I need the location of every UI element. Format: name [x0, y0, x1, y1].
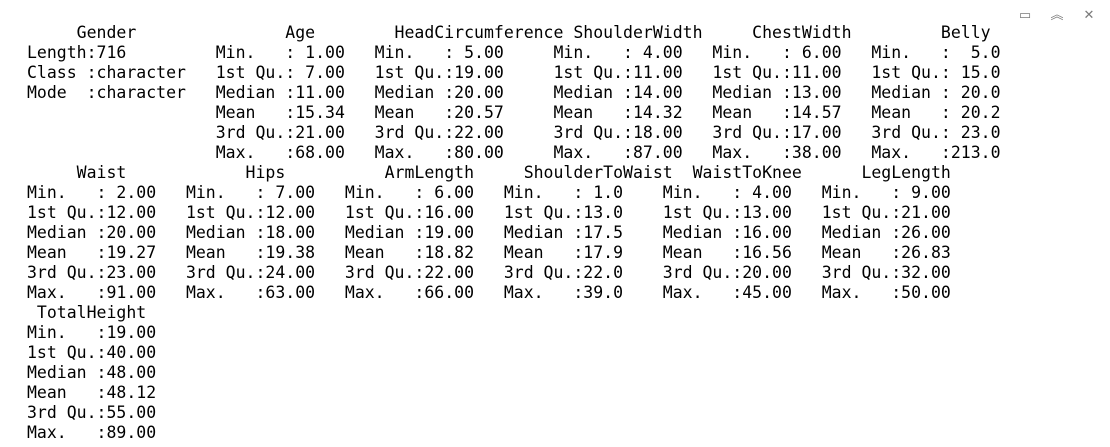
console-line: Length:716 Min. : 1.00 Min. : 5.00 Min. … [27, 43, 1001, 62]
console-line: Mode :character Median :11.00 Median :20… [27, 83, 1001, 102]
collapse-icon[interactable]: ︽ [1048, 6, 1066, 24]
console-line: Max. :89.00 [27, 423, 157, 442]
console-line: Max. :91.00 Max. :63.00 Max. :66.00 Max.… [27, 283, 951, 302]
console-line: Median :48.00 [27, 363, 157, 382]
console-line: 1st Qu.:12.00 1st Qu.:12.00 1st Qu.:16.0… [27, 203, 951, 222]
console-line: Waist Hips ArmLength ShoulderToWaist Wai… [27, 163, 951, 182]
console-line: Min. : 2.00 Min. : 7.00 Min. : 6.00 Min.… [27, 183, 951, 202]
console-line: 3rd Qu.:21.00 3rd Qu.:22.00 3rd Qu.:18.0… [27, 123, 1001, 142]
console-line: Mean :19.27 Mean :19.38 Mean :18.82 Mean… [27, 243, 951, 262]
console-line: 3rd Qu.:23.00 3rd Qu.:24.00 3rd Qu.:22.0… [27, 263, 951, 282]
console-line: Min. :19.00 [27, 323, 157, 342]
console-line: Class :character 1st Qu.: 7.00 1st Qu.:1… [27, 63, 1001, 82]
console-line: Mean :15.34 Mean :20.57 Mean :14.32 Mean… [27, 103, 1001, 122]
console-line: Max. :68.00 Max. :80.00 Max. :87.00 Max.… [27, 143, 1001, 162]
restore-icon[interactable]: ▭ [1016, 6, 1034, 24]
console-line: Gender Age HeadCircumference ShoulderWid… [27, 23, 991, 42]
console-line: Mean :48.12 [27, 383, 157, 402]
console-line: 1st Qu.:40.00 [27, 343, 157, 362]
console-line: Median :20.00 Median :18.00 Median :19.0… [27, 223, 951, 242]
console-line: 3rd Qu.:55.00 [27, 403, 157, 422]
close-icon[interactable]: ✕ [1080, 6, 1098, 24]
console-output: Gender Age HeadCircumference ShoulderWid… [27, 23, 1001, 443]
window-controls: ▭ ︽ ✕ [1016, 6, 1098, 24]
console-line: TotalHeight [27, 303, 147, 322]
